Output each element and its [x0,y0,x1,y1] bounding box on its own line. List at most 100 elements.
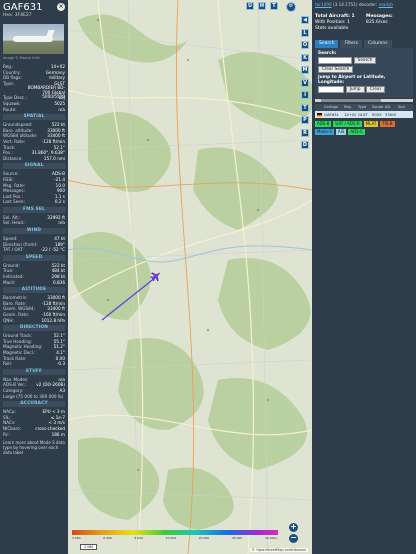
clear-button[interactable]: Clear [366,86,386,93]
source-badge: ADS-C [348,129,365,135]
info-row: Roll: -0.3 [0,361,68,367]
map-button-6[interactable]: I [301,91,309,99]
table-cell: 14+02 [344,112,356,117]
info-row: BOMBARDIER BD-700 Global 5000/5500 [0,85,68,100]
altitude-tick-label: 6 000 [103,536,112,540]
tab-filters[interactable]: Filters [340,40,362,48]
map-button-1[interactable]: L [301,28,309,37]
toggle-u-button[interactable]: U [246,2,254,10]
stats-block: Total Aircraft: 1 With Position: 1 Stats… [312,11,416,35]
info-value: 0.2 s [54,199,65,205]
photo-credit: Image © Marcel Kritt [3,56,40,60]
column-header[interactable]: Type [356,104,370,111]
zoom-in-button[interactable]: + [289,523,298,532]
column-header[interactable]: Spd [396,104,406,111]
section-header: SPEED [3,254,65,261]
altitude-tick-label: 20 000 [198,536,210,540]
info-label: Distance: [3,155,23,161]
map-button-4[interactable]: M [301,66,309,74]
altitude-color-legend [72,530,278,535]
altitude-ticks: 4 000 6 000 8 000 10 000 20 000 30 000 40 000+ [72,536,278,540]
aircraft-list-panel: tar1090 (3.14.1751) decoder: readsb Tota… [312,0,416,554]
info-value: 157.0 nmi [43,155,65,161]
clear-search-button[interactable]: Clear Search [318,66,354,73]
aircraft-photo[interactable] [3,24,64,54]
info-header: GAF631 Hex: 3F4E27 × [0,0,68,22]
info-label: Route: [3,106,17,112]
section-header: WIND [3,228,65,235]
close-icon[interactable]: × [57,3,65,11]
source-legend: ADS-B UAT / ADS-R MLAT TIS-B Mode-S AIS ADS-C [315,121,395,135]
info-row: Route: n/a [0,107,68,113]
info-label: TAT / OAT: [3,247,24,253]
map-button-10[interactable]: D [301,141,309,149]
info-row: Distance: 157.0 nmi [0,156,68,162]
section-header: DIRECTION [3,325,65,332]
search-label: Search: [318,51,337,56]
table-cell: 33000 [385,112,396,117]
tab-columns[interactable]: Columns [363,40,392,48]
column-header[interactable] [315,104,322,111]
info-label: Rc: [3,431,10,437]
toggle-t-button[interactable]: T [270,2,278,10]
info-value: n/a [58,220,65,226]
info-row: Last Seen: 0.2 s [0,199,68,205]
source-badge: AIS [335,129,347,135]
section-header: FMS SEL [3,206,65,213]
info-row: Sel. Head.: n/a [0,220,68,226]
decoder-link[interactable]: readsb [379,2,393,7]
table-body: GAF631 14+02 GLST 5025 33000 [315,111,413,118]
search-input[interactable] [318,57,352,64]
info-value: BOMBARDIER BD-700 Global 5000/5500 [27,85,65,100]
map-attribution[interactable]: © OpenStreetMap contributors [249,548,308,552]
settings-gear-icon[interactable]: ⚙ [286,2,296,12]
tar1090-link[interactable]: tar1090 [315,2,332,7]
altitude-tick-label: 8 000 [134,536,143,540]
info-label: Large (75 000 to 300 000 lb) [3,393,64,399]
column-header[interactable]: Squawk [370,104,383,111]
column-header[interactable]: Reg. [342,104,356,111]
toggle-h-button[interactable]: H [258,2,266,10]
info-row: Large (75 000 to 300 000 lb) [0,394,68,400]
stats-available-link[interactable]: Stats available [315,26,413,32]
map-view[interactable]: U H T ⚙ ◀ L O K M V I T P R D 4 000 6 000 8 000 10 00… [68,0,312,554]
zoom-out-button[interactable]: − [289,534,298,543]
version-text: (3.14.1751) decoder: [332,2,379,7]
jump-label: Jump to Airport or Latitude, Longitude: [318,75,386,85]
info-label: Mach: [3,279,16,285]
map-canvas [68,0,312,554]
table-scrollbar[interactable] [315,99,413,102]
map-button-9[interactable]: R [301,128,309,137]
info-rows: Reg.: 14+02 Country: Germany DB flags: milita… [0,64,68,112]
jump-input[interactable] [318,86,344,93]
messages-value: 835.6/sec [366,20,388,25]
column-header[interactable]: Callsign [322,104,342,111]
section-header: ALTITUDE [3,287,65,294]
info-label: Roll: [3,361,13,367]
version-line: tar1090 (3.14.1751) decoder: readsb [312,0,416,11]
map-button-2[interactable]: O [301,41,309,49]
search-button[interactable]: Search [353,57,377,64]
map-button-5[interactable]: V [301,78,309,87]
messages-block: Messages: 835.6/sec [366,14,393,26]
altitude-tick-label: 4 000 [72,536,81,540]
tab-search[interactable]: Search [315,40,339,48]
table-row[interactable]: GAF631 14+02 GLST 5025 33000 [315,111,413,118]
table-cell [396,111,406,118]
info-label: Last Seen: [3,199,25,205]
learn-more-text: Learn more about Mode S data type by hov… [3,440,65,456]
source-badge: UAT / ADS-R [333,121,362,127]
map-button-8[interactable]: P [301,116,309,124]
search-panel: Search: Search Clear Search Jump to Airp… [315,48,413,98]
column-header[interactable]: Alt. [383,104,396,111]
panel-tabs: Search Filters Columns [315,40,413,48]
callsign-title: GAF631 [3,2,43,13]
jump-button[interactable]: Jump [345,86,365,93]
altitude-tick-label: 40 000+ [264,536,278,540]
map-button-3[interactable]: K [301,53,309,62]
map-button-7[interactable]: T [301,103,309,112]
altitude-tick-label: 30 000 [231,536,243,540]
map-scale: 2 NM [80,544,97,550]
map-button-0[interactable]: ◀ [301,16,309,24]
info-label: Sel. Head.: [3,220,26,226]
